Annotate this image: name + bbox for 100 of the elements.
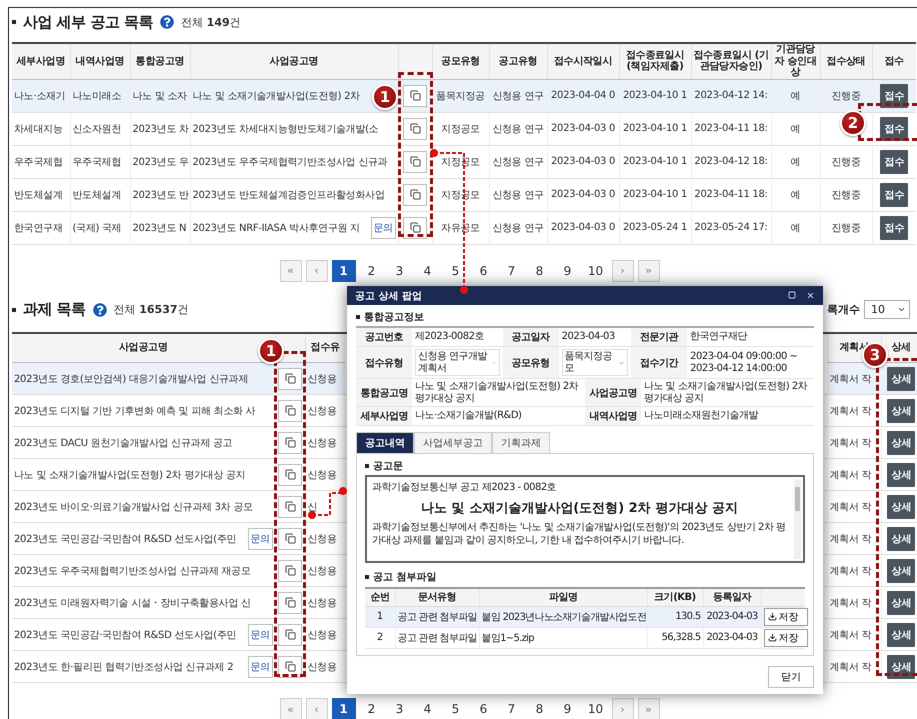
page-button[interactable]: 8	[528, 698, 552, 719]
column-header: 문서유형	[395, 588, 479, 606]
inquiry-button[interactable]: 문의	[370, 216, 396, 238]
help-icon[interactable]	[160, 15, 174, 29]
detail-button[interactable]: 상세	[887, 430, 916, 454]
copy-button[interactable]	[278, 432, 302, 454]
detail-button[interactable]: 상세	[887, 654, 916, 678]
field-label: 전문기관	[631, 328, 688, 346]
table-cell: 신청용 연구	[489, 79, 547, 112]
page-button[interactable]: 4	[416, 698, 440, 719]
detail-button[interactable]: 상세	[887, 558, 916, 582]
page-button[interactable]: 6	[472, 698, 496, 719]
help-icon[interactable]	[92, 302, 107, 316]
table-cell: 2023-04-11 18:	[691, 112, 771, 145]
table-cell: 나노 및 소자	[130, 79, 190, 112]
copy-button[interactable]	[278, 560, 302, 582]
detail-button[interactable]: 상세	[887, 622, 916, 646]
copy-button[interactable]	[278, 400, 302, 422]
copy-button[interactable]	[278, 624, 302, 646]
detail-button[interactable]: 상세	[887, 462, 916, 486]
table-cell: 진행중	[820, 145, 872, 178]
copy-button[interactable]	[403, 184, 427, 206]
table-row[interactable]: 2 공고 관련 첨부파일 붙임1~5.zip 56,328.5 2023-04-03 저장	[365, 627, 805, 648]
detail-button[interactable]: 상세	[887, 494, 916, 518]
copy-button[interactable]	[403, 118, 427, 140]
apply-button[interactable]: 접수	[880, 150, 908, 174]
save-button[interactable]: 저장	[764, 628, 808, 646]
page-button[interactable]: 1	[332, 260, 356, 282]
table-cell: 예	[771, 211, 820, 244]
apply-button[interactable]: 접수	[880, 84, 908, 108]
detail-button[interactable]: 상세	[887, 590, 916, 614]
page-button[interactable]: 2	[360, 260, 384, 282]
page-button[interactable]: 10	[584, 698, 608, 719]
page-button[interactable]: 2	[360, 698, 384, 719]
page-button[interactable]: 3	[388, 698, 412, 719]
column-header: 내역사업명	[70, 43, 130, 79]
table-cell: 신청용 연구	[489, 145, 547, 178]
maximize-icon[interactable]	[788, 291, 796, 299]
page-button[interactable]: 5	[444, 698, 468, 719]
inquiry-button[interactable]: 문의	[248, 656, 272, 678]
tab[interactable]: 사업세부공고	[414, 432, 492, 453]
popup-title: 공고 상세 팝업	[355, 290, 422, 302]
copy-button[interactable]	[403, 216, 427, 238]
page-button[interactable]: 3	[388, 260, 412, 282]
page-button[interactable]: 4	[416, 260, 440, 282]
copy-button[interactable]	[278, 368, 302, 390]
table-row[interactable]: 1 공고 관련 첨부파일 붙임 2023년나노소재기술개발사업도전 130.5 2023-04-03 저장	[365, 606, 805, 627]
table-cell: 2023년도 우주국제협력기반조성사업 신규과	[190, 145, 398, 178]
copy-button[interactable]	[278, 528, 302, 550]
table-row[interactable]: 한국연구재 (국제) 국제 2023년도 N 2023년도 NRF-IIASA 박사후연구원 지 문의 자유공모 신청용 연구 2023-04-03 0 2023-05-24 1 2023-05-24 17: 예 진행중 접수	[12, 211, 916, 244]
page-button[interactable]: 6	[472, 260, 496, 282]
column-header: 접수유	[305, 332, 345, 362]
table-row[interactable]: 우주국제협 우주국제협 2023년도 우 2023년도 우주국제협력기반조성사업 신규과 지정공모 신청용 연구 2023-04-03 0 2023-04-10 1 2023-04-12 18: 예 진행중 접수	[12, 145, 916, 178]
copy-button[interactable]	[278, 656, 302, 678]
save-button[interactable]: 저장	[764, 608, 808, 626]
detail-button[interactable]: 상세	[887, 366, 916, 390]
page-button[interactable]: 7	[500, 260, 524, 282]
table-cell: 2023-04-03	[703, 606, 761, 627]
column-header: 사업공고명	[190, 43, 398, 79]
close-button[interactable]: 닫기	[768, 666, 814, 688]
copy-icon	[284, 533, 296, 544]
table-cell: 2023년도 바이오·의료기술개발사업 신규과제 3차 공모	[12, 490, 275, 522]
table-cell: 2023년도 차	[130, 112, 190, 145]
table-row[interactable]: 반도체설계 반도체설계 2023년도 반 2023년도 반도체설계검증인프라활성화사업 지정공모 신청용 연구 2023-04-03 0 2023-04-10 1 2023-04-11 18: 예 진행중 접수	[12, 178, 916, 211]
page-button[interactable]: 5	[444, 260, 468, 282]
select-field[interactable]: 신청용 연구개발계획서	[415, 349, 500, 376]
apply-button[interactable]: 접수	[880, 116, 908, 140]
inquiry-button[interactable]: 문의	[248, 624, 272, 646]
page-button[interactable]: 10	[584, 260, 608, 282]
page-button[interactable]: 8	[528, 260, 552, 282]
apply-button[interactable]: 접수	[880, 182, 908, 206]
field-value: 한국연구재단	[689, 330, 748, 344]
copy-button[interactable]	[403, 84, 427, 106]
table-cell: 차세대지능	[12, 112, 70, 145]
table-cell: 신청용	[305, 394, 345, 426]
table-cell: 지정공모	[432, 112, 489, 145]
tab[interactable]: 공고내역	[356, 432, 414, 453]
page-size-select[interactable]: 10	[864, 300, 910, 319]
copy-button[interactable]	[278, 496, 302, 518]
copy-button[interactable]	[278, 464, 302, 486]
table-cell: 2023년도 미래원자력기술 시설・장비구축활용사업 신	[12, 586, 275, 618]
table-cell: 2023년도 N	[130, 211, 190, 244]
page-button[interactable]: 7	[500, 698, 524, 719]
tab[interactable]: 기획과제	[492, 432, 550, 453]
cell-text: 2023년도 한·필리핀 협력기반조성사업 신규과제 2	[14, 660, 234, 674]
page-button[interactable]: 9	[556, 260, 580, 282]
page-button[interactable]: 9	[556, 698, 580, 719]
inquiry-button[interactable]: 문의	[248, 528, 272, 550]
page-button[interactable]: 1	[332, 698, 356, 719]
table-cell: 신청용	[305, 618, 345, 650]
select-field[interactable]: 품목지정공모	[562, 349, 628, 376]
apply-button[interactable]: 접수	[880, 216, 908, 240]
column-header: 접수시작일시	[547, 43, 619, 79]
detail-button[interactable]: 상세	[887, 398, 916, 422]
scrollbar[interactable]	[794, 479, 801, 559]
copy-icon	[284, 565, 296, 576]
detail-button[interactable]: 상세	[887, 526, 916, 550]
copy-button[interactable]	[278, 592, 302, 614]
copy-button[interactable]	[403, 150, 427, 172]
close-icon[interactable]	[806, 291, 815, 300]
